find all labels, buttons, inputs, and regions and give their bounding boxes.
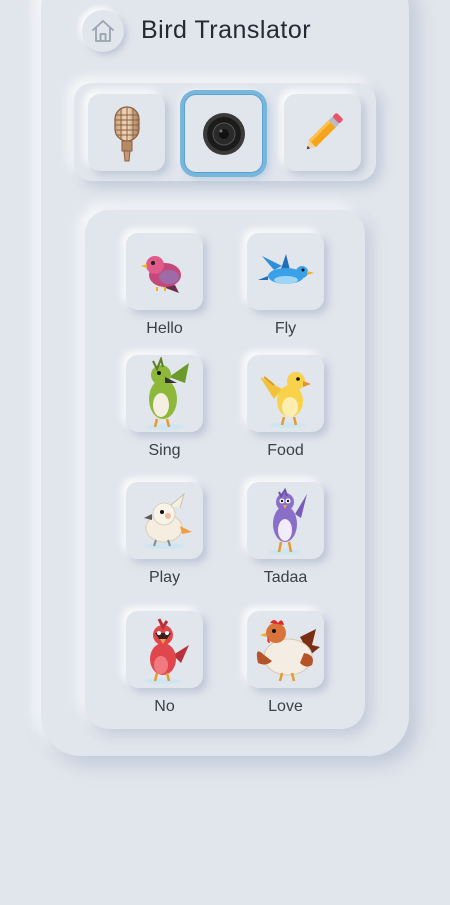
- green-singing-bird-icon: [144, 356, 189, 430]
- phrase-label: Hello: [146, 320, 183, 337]
- phrase-label: Fly: [274, 320, 297, 337]
- phrase-tile[interactable]: [247, 611, 324, 688]
- phrase-tile[interactable]: [247, 482, 324, 559]
- phrase-label: Food: [267, 442, 304, 459]
- blue-flying-bird-icon: [257, 253, 314, 284]
- home-button[interactable]: [82, 10, 124, 52]
- phrase-label: Play: [148, 569, 181, 586]
- microphone-icon: [113, 105, 140, 161]
- phrase-label: No: [154, 698, 175, 715]
- phrase-label: Love: [268, 698, 303, 715]
- pink-bird-icon: [140, 255, 181, 293]
- phrase-card-play[interactable]: Play: [126, 482, 203, 587]
- phrase-card-tadaa[interactable]: Tadaa: [247, 482, 324, 587]
- phrase-label: Tadaa: [263, 569, 308, 586]
- home-icon: [92, 20, 114, 42]
- red-cardinal-icon: [144, 617, 189, 684]
- yellow-bird-icon: [259, 371, 311, 428]
- purple-bird-icon: [268, 487, 307, 555]
- white-cockatoo-icon: [143, 492, 192, 549]
- phrase-tile[interactable]: [126, 355, 203, 432]
- phrase-label: Sing: [148, 442, 181, 459]
- phrase-card-hello[interactable]: Hello: [126, 233, 203, 338]
- speaker-mode-button[interactable]: [184, 94, 263, 173]
- microphone-mode-button[interactable]: [88, 94, 165, 171]
- pencil-mode-button[interactable]: [284, 94, 361, 171]
- phrase-card-no[interactable]: No: [126, 611, 203, 716]
- phrase-tile[interactable]: [247, 233, 324, 310]
- phrase-card-fly[interactable]: Fly: [247, 233, 324, 338]
- phrase-tile[interactable]: [247, 355, 324, 432]
- speaker-icon: [202, 112, 245, 155]
- pencil-icon: [306, 112, 343, 149]
- phrase-tile[interactable]: [126, 233, 203, 310]
- phrase-tile[interactable]: [126, 482, 203, 559]
- phrase-card-food[interactable]: Food: [247, 355, 324, 460]
- app-title: Bird Translator: [141, 16, 312, 44]
- phrase-tile[interactable]: [126, 611, 203, 688]
- phrase-card-sing[interactable]: Sing: [126, 355, 203, 460]
- hen-icon: [256, 619, 320, 681]
- phrase-card-love[interactable]: Love: [247, 611, 324, 716]
- mode-selector: [74, 83, 376, 181]
